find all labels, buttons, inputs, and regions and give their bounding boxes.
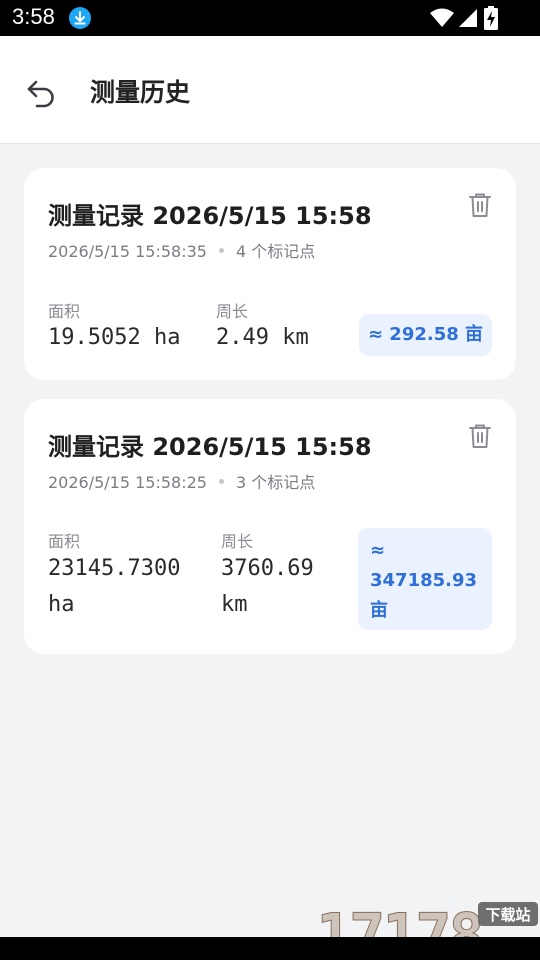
undo-arrow-icon[interactable] — [24, 74, 60, 110]
area-value-line: 23145.7300 — [48, 556, 181, 581]
record-title: 测量记录 2026/5/15 15:58 — [48, 202, 372, 230]
area-label: 面积 — [48, 532, 81, 551]
record-title: 测量记录 2026/5/15 15:58 — [48, 433, 372, 461]
status-bar: 3:58 — [0, 0, 540, 36]
status-time: 3:58 — [12, 4, 55, 29]
perimeter-value-line: km — [221, 592, 248, 617]
signal-icon — [459, 9, 477, 27]
svg-text:下载站: 下载站 — [485, 906, 530, 924]
record-timestamp: 2026/5/15 15:58:35 — [48, 242, 207, 261]
separator-dot — [218, 479, 224, 484]
mu-value: ≈ 292.58 亩 — [367, 324, 484, 345]
download-icon — [69, 7, 91, 29]
area-value: 19.5052 ha — [48, 325, 181, 350]
record-meta: 2026/5/15 15:58:35 4 个标记点 — [48, 238, 315, 262]
area-value-line: ha — [48, 592, 75, 617]
perimeter-value-line: 3760.69 — [221, 556, 314, 581]
navigation-bar — [0, 937, 540, 960]
mu-badge: ≈ 292.58 亩 — [359, 314, 492, 356]
app-bar: 测量历史 — [0, 36, 540, 144]
record-meta: 2026/5/15 15:58:25 3 个标记点 — [48, 469, 315, 493]
delete-trash-icon[interactable] — [468, 423, 492, 449]
mu-value-line: 347185.93 — [370, 570, 478, 591]
record-timestamp: 2026/5/15 15:58:25 — [48, 473, 207, 492]
record-card[interactable]: 测量记录 2026/5/15 15:58 2026/5/15 15:58:35 4… — [24, 168, 516, 380]
area-label: 面积 — [48, 302, 81, 321]
battery-charging-icon — [484, 6, 498, 30]
record-point-count: 3 个标记点 — [235, 473, 316, 492]
separator-dot — [218, 248, 224, 253]
record-card[interactable]: 测量记录 2026/5/15 15:58 2026/5/15 15:58:25 3… — [24, 399, 516, 654]
perimeter-value: 2.49 km — [216, 325, 309, 350]
mu-badge: ≈ 347185.93 亩 — [358, 528, 492, 630]
wifi-icon — [430, 8, 454, 27]
perimeter-label: 周长 — [221, 532, 254, 551]
record-point-count: 4 个标记点 — [235, 242, 316, 261]
mu-value-line: 亩 — [370, 600, 388, 621]
page-title: 测量历史 — [90, 78, 191, 107]
perimeter-label: 周长 — [216, 302, 249, 321]
delete-trash-icon[interactable] — [468, 192, 492, 218]
mu-value-line: ≈ — [370, 540, 386, 561]
